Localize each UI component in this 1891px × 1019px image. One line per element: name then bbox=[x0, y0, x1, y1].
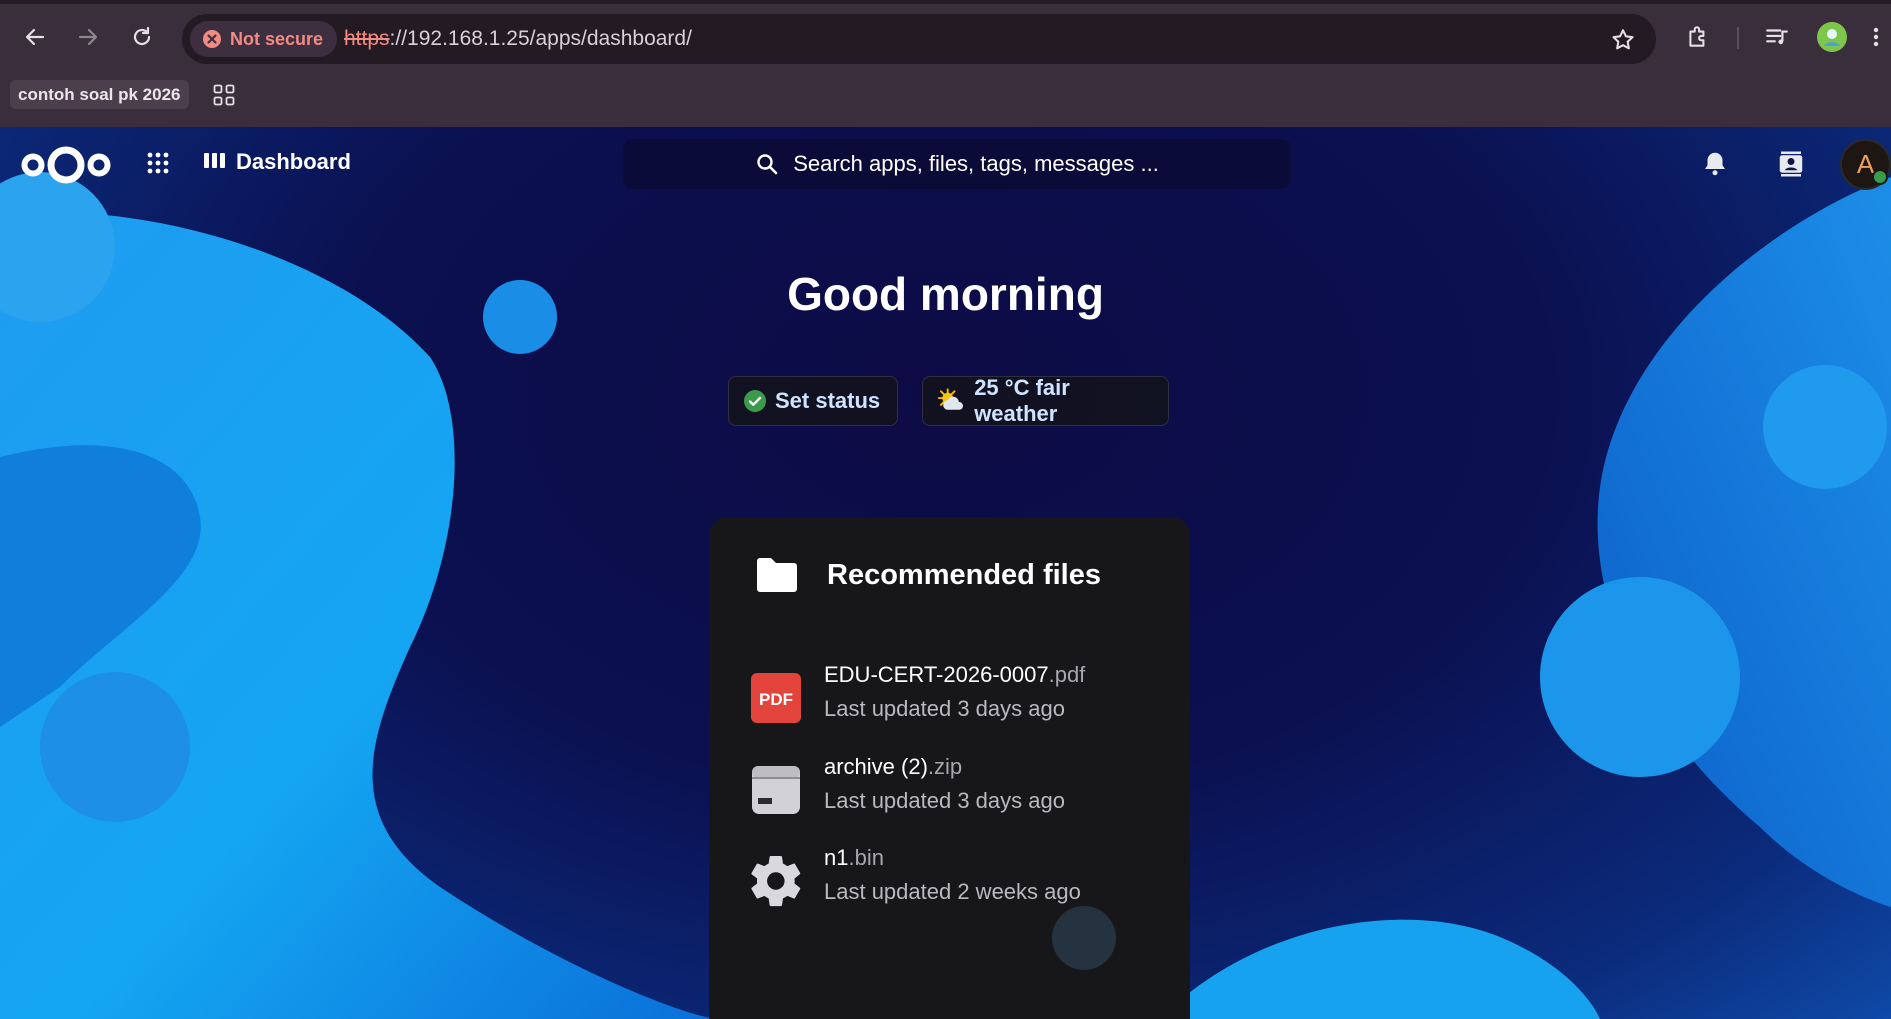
star-icon bbox=[1612, 29, 1634, 50]
app-header: Dashboard Search apps, files, tags, mess… bbox=[0, 127, 1891, 203]
file-item[interactable]: PDF EDU-CERT-2026-0007.pdf Last updated … bbox=[746, 662, 1166, 734]
profile-button[interactable] bbox=[1815, 20, 1849, 54]
file-extension: .zip bbox=[927, 754, 963, 779]
file-updated: Last updated 3 days ago bbox=[824, 788, 1065, 813]
folder-icon bbox=[757, 558, 797, 592]
search-placeholder: Search apps, files, tags, messages ... bbox=[793, 151, 1159, 176]
widget-header: Recommended files bbox=[755, 557, 1101, 593]
not-secure-icon bbox=[203, 30, 221, 48]
dots-grid-icon bbox=[147, 152, 169, 174]
file-basename: archive (2) bbox=[824, 754, 928, 779]
set-status-button[interactable]: Set status bbox=[728, 376, 898, 426]
url-path: ://192.168.1.25/apps/dashboard/ bbox=[389, 27, 692, 50]
forward-button[interactable] bbox=[71, 20, 105, 54]
file-basename: EDU-CERT-2026-0007 bbox=[824, 662, 1049, 687]
file-item[interactable]: archive (2).zip Last updated 3 days ago bbox=[746, 754, 1166, 826]
browser-menu-button[interactable] bbox=[1866, 20, 1886, 54]
contacts-icon bbox=[1779, 151, 1803, 177]
dashboard-icon bbox=[204, 153, 225, 168]
security-label: Not secure bbox=[230, 28, 324, 49]
file-item[interactable]: n1.bin Last updated 2 weeks ago bbox=[746, 845, 1166, 917]
forward-arrow-icon bbox=[78, 28, 98, 46]
bookmark-item[interactable]: contoh soal pk 2026 bbox=[10, 80, 189, 109]
bell-icon bbox=[1705, 152, 1725, 176]
media-control-button[interactable] bbox=[1760, 20, 1794, 54]
dashboard-app-link[interactable]: Dashboard bbox=[204, 149, 351, 175]
greeting-heading: Good morning bbox=[787, 268, 1104, 320]
user-avatar[interactable]: A bbox=[1840, 139, 1891, 190]
recommended-files-widget: Recommended files PDF EDU-CERT-2026-0007… bbox=[709, 517, 1190, 1019]
file-updated: Last updated 2 weeks ago bbox=[824, 879, 1081, 904]
reload-button[interactable] bbox=[125, 20, 159, 54]
weather-label: 25 °C fair weather bbox=[974, 375, 1070, 426]
online-status-dot bbox=[1872, 169, 1888, 185]
file-name: archive (2).zip bbox=[824, 754, 962, 780]
file-basename: n1 bbox=[824, 845, 849, 870]
app-title: Dashboard bbox=[236, 149, 351, 174]
widget-title: Recommended files bbox=[827, 558, 1101, 591]
nextcloud-logo-icon bbox=[21, 146, 111, 184]
security-indicator[interactable]: Not secure bbox=[190, 21, 338, 57]
back-arrow-icon bbox=[25, 28, 45, 46]
puzzle-icon bbox=[1689, 26, 1705, 47]
notifications-button[interactable] bbox=[1700, 149, 1730, 184]
set-status-label: Set status bbox=[775, 388, 881, 413]
archive-icon bbox=[746, 760, 806, 820]
file-extension: .pdf bbox=[1048, 662, 1086, 687]
extensions-button[interactable] bbox=[1681, 20, 1715, 54]
nextcloud-logo[interactable] bbox=[20, 141, 112, 194]
file-updated: Last updated 3 days ago bbox=[824, 696, 1065, 721]
toolbar-divider bbox=[1737, 27, 1739, 49]
svg-text:PDF: PDF bbox=[759, 690, 793, 709]
address-bar[interactable]: Not secure https://192.168.1.25/apps/das… bbox=[182, 14, 1656, 64]
bookmark-star-button[interactable] bbox=[1610, 27, 1636, 58]
browser-chrome: Not secure https://192.168.1.25/apps/das… bbox=[0, 0, 1891, 127]
unified-search[interactable]: Search apps, files, tags, messages ... bbox=[623, 139, 1291, 189]
dashboard-page: Dashboard Search apps, files, tags, mess… bbox=[0, 127, 1891, 1019]
gear-icon bbox=[746, 851, 806, 911]
file-name: EDU-CERT-2026-0007.pdf bbox=[824, 662, 1085, 688]
profile-avatar-icon bbox=[1817, 22, 1847, 52]
file-extension: .bin bbox=[848, 845, 884, 870]
reload-icon bbox=[133, 26, 151, 46]
app-menu-button[interactable] bbox=[147, 152, 169, 179]
tab-groups-button[interactable] bbox=[213, 84, 235, 111]
url-text[interactable]: https://192.168.1.25/apps/dashboard/ bbox=[344, 27, 692, 51]
pdf-icon: PDF bbox=[746, 668, 806, 728]
url-scheme: https bbox=[344, 27, 390, 50]
weather-status-button[interactable]: 25 °C fair weather bbox=[922, 375, 1169, 426]
pointer-highlight bbox=[1052, 906, 1116, 970]
queue-music-icon bbox=[1766, 29, 1788, 45]
kebab-menu-icon bbox=[1873, 27, 1879, 47]
tab-strip-edge bbox=[0, 0, 1891, 4]
grid-icon bbox=[213, 84, 235, 106]
search-icon bbox=[757, 154, 778, 175]
file-name: n1.bin bbox=[824, 845, 884, 871]
back-button[interactable] bbox=[18, 20, 52, 54]
contacts-menu-button[interactable] bbox=[1776, 149, 1806, 184]
sun-cloud-icon bbox=[937, 388, 964, 410]
check-circle-icon bbox=[744, 390, 766, 412]
